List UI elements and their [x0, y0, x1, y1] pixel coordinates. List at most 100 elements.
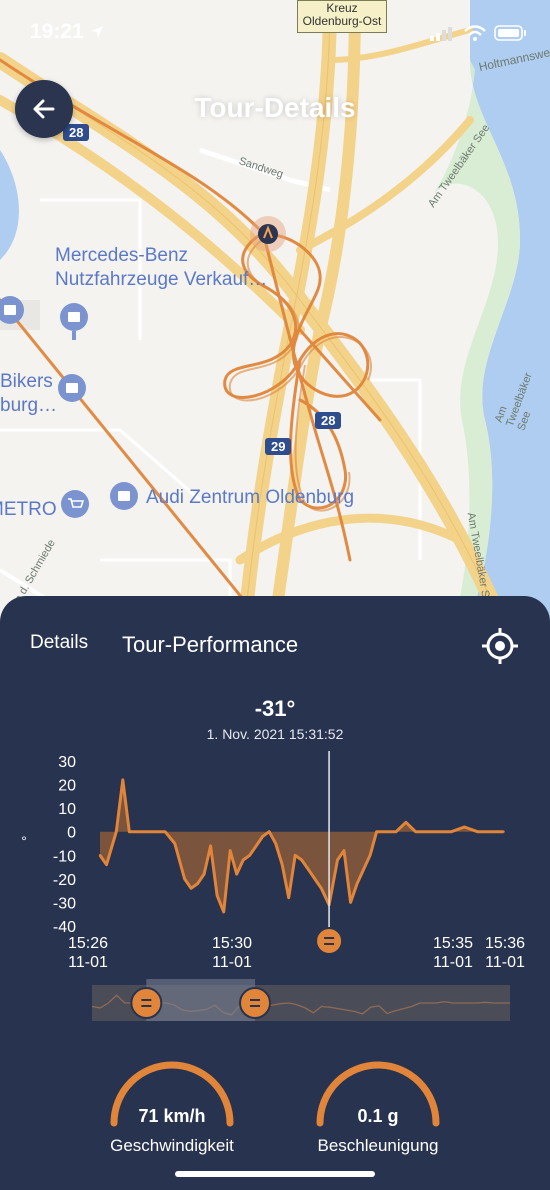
x-tick-date: 11-01: [485, 954, 525, 971]
data-point: [242, 858, 245, 862]
tour-panel: Details Tour-Performance -31° 1. Nov. 20…: [0, 596, 550, 1190]
data-point: [209, 844, 212, 848]
data-point: [163, 830, 167, 833]
data-point: [202, 872, 206, 876]
status-bar: 19:21: [0, 0, 550, 60]
chart-cursor-handle[interactable]: [315, 927, 344, 955]
scrubber-window[interactable]: [146, 979, 256, 1021]
data-point: [502, 830, 505, 833]
place-label-line: Mercedes-Benz: [55, 245, 189, 266]
data-point: [437, 830, 440, 833]
data-point: [128, 830, 131, 833]
interchange-label: Kreuz Oldenburg-Ost: [297, 0, 387, 33]
data-point: [196, 882, 199, 885]
timeline-scrubber[interactable]: [0, 979, 550, 1034]
place-label-line: Bikers: [0, 371, 53, 392]
shop-pin-icon[interactable]: [110, 482, 138, 510]
home-indicator[interactable]: [175, 1171, 375, 1177]
y-axis-label: °: [21, 833, 27, 849]
data-point: [476, 830, 479, 833]
data-point: [463, 825, 466, 829]
page-title: Tour-Details: [194, 92, 356, 123]
y-tick-label: -40: [53, 919, 76, 936]
data-point: [255, 844, 258, 848]
tab-tour-performance[interactable]: Tour-Performance: [122, 632, 298, 658]
y-tick-label: 20: [58, 778, 76, 795]
x-tick-time: 15:36: [485, 935, 525, 952]
place-label-line: burg…: [0, 395, 58, 416]
wifi-icon: [464, 25, 486, 41]
data-point: [320, 887, 323, 890]
data-point: [222, 910, 225, 914]
chart-readout-time: 1. Nov. 2021 15:31:52: [206, 726, 344, 742]
chart-readout-value: -31°: [254, 696, 296, 721]
shop-pin-icon[interactable]: [58, 374, 86, 402]
data-point: [287, 896, 290, 899]
x-tick-date: 11-01: [212, 954, 252, 971]
place-label-line: Nutzfahrzeuge Verkauf…: [55, 269, 268, 290]
data-point: [450, 830, 453, 833]
x-tick-date: 11-01: [68, 954, 108, 971]
place-label-bikers[interactable]: Bikers burg…: [0, 370, 57, 418]
data-point: [307, 868, 310, 871]
data-point: [115, 830, 118, 833]
cellular-signal-icon: [430, 27, 452, 41]
data-point: [229, 849, 232, 852]
scrubber-handle-start[interactable]: [130, 987, 163, 1019]
data-point: [248, 854, 251, 857]
data-point: [385, 830, 388, 833]
y-tick-label: 10: [58, 801, 76, 818]
x-tick-time: 15:35: [433, 935, 473, 952]
data-point: [105, 863, 108, 866]
data-point: [355, 882, 359, 885]
acceleration-label: Beschleunigung: [317, 1136, 439, 1155]
data-point: [98, 854, 102, 857]
data-point: [189, 887, 193, 890]
data-point: [281, 863, 284, 866]
place-label-mercedes[interactable]: Mercedes-Benz Nutzfahrzeuge Verkauf…: [55, 244, 267, 292]
data-point: [215, 894, 219, 897]
data-point: [183, 877, 186, 881]
y-tick-label: 30: [58, 754, 76, 771]
highway-badge: 29: [265, 438, 292, 455]
series-area: [100, 779, 504, 912]
data-point: [274, 842, 277, 845]
speed-label: Geschwindigkeit: [110, 1136, 234, 1155]
x-tick-time: 15:30: [212, 935, 252, 952]
data-point: [313, 877, 316, 881]
x-tick-date: 11-01: [433, 954, 473, 971]
y-tick-label: -20: [53, 872, 76, 889]
place-label-audi[interactable]: Audi Zentrum Oldenburg: [146, 486, 354, 510]
recenter-button[interactable]: [480, 626, 520, 666]
crosshair-icon: [482, 628, 518, 664]
y-tick-label: -30: [53, 895, 76, 912]
scrubber-handle-end[interactable]: [239, 987, 272, 1019]
data-point: [349, 901, 352, 904]
data-point: [368, 854, 372, 857]
data-point: [261, 835, 264, 838]
data-point: [121, 778, 125, 782]
location-arrow-icon: [91, 26, 103, 38]
highway-badge: 28: [315, 412, 342, 429]
tilt-chart[interactable]: 30 20 10 0 -10 -20 -30 -40 ° 15:26 11-01 15:30 11-01…: [0, 746, 550, 986]
data-point: [489, 830, 492, 833]
x-tick-time: 15:26: [68, 935, 108, 952]
data-point: [134, 830, 137, 833]
data-point: [342, 849, 346, 852]
data-point: [268, 830, 271, 833]
cart-pin-icon[interactable]: [61, 490, 89, 518]
data-point: [300, 858, 303, 862]
data-point: [154, 830, 157, 833]
data-point: [404, 821, 408, 824]
data-point: [362, 868, 365, 871]
data-point: [294, 854, 297, 857]
y-tick-label: 0: [67, 825, 76, 842]
data-point: [147, 830, 150, 833]
tab-details[interactable]: Details: [30, 632, 88, 654]
data-point: [424, 830, 427, 833]
place-label-metro[interactable]: METRO: [0, 498, 57, 522]
status-time: 19:21: [30, 20, 84, 43]
data-point: [336, 858, 339, 862]
data-point: [375, 830, 378, 833]
battery-icon: [494, 25, 526, 41]
